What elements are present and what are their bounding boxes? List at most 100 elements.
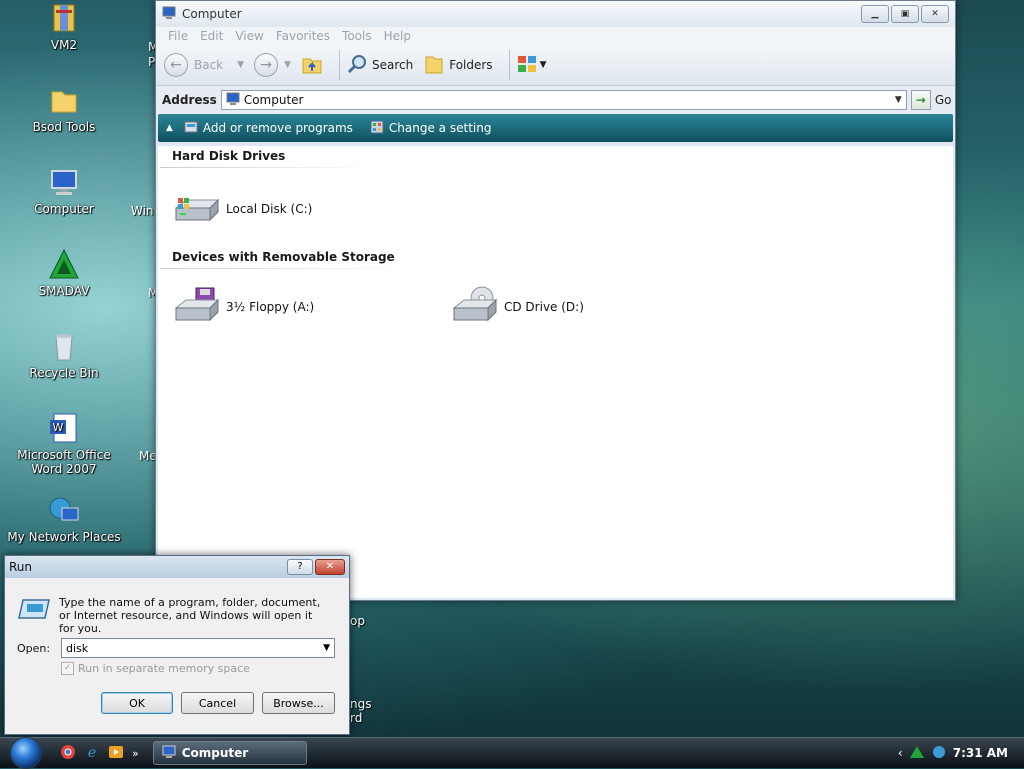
add-remove-programs-icon (183, 119, 199, 138)
desktop-icon-label: SMADAV (38, 284, 90, 298)
volume-icon[interactable] (931, 745, 947, 762)
taskbar-window-computer[interactable]: Computer (152, 741, 307, 765)
start-button[interactable] (10, 737, 42, 769)
media-player-icon[interactable] (108, 744, 124, 763)
address-value: Computer (243, 93, 304, 107)
cancel-button[interactable]: Cancel (181, 692, 254, 714)
help-button[interactable]: ? (287, 559, 313, 575)
partial-desktop-label: Win (131, 204, 154, 218)
desktop-icon-label: Computer (34, 202, 94, 216)
up-folder-button[interactable] (301, 53, 323, 78)
run-title: Run (9, 560, 33, 574)
computer-icon (162, 6, 176, 23)
menu-file[interactable]: File (162, 27, 194, 45)
drive-label: Local Disk (C:) (226, 201, 313, 216)
close-button[interactable]: ✕ (921, 5, 949, 23)
collapse-icon[interactable]: ▲ (166, 123, 173, 133)
desktop-icon-label: Bsod Tools (32, 120, 96, 134)
go-button[interactable]: → Go (910, 90, 952, 110)
quick-launch: e » (60, 744, 139, 763)
system-tray: ‹ 7:31 AM (898, 745, 1008, 762)
chevron-down-icon: ▼ (539, 60, 547, 70)
address-input[interactable]: Computer ▼ (220, 90, 907, 110)
recycle-bin-icon (48, 330, 80, 362)
drive-floppy-a[interactable]: 3½ Floppy (A:) (172, 286, 314, 327)
desktop-icon-word[interactable]: W Microsoft Office Word 2007 (0, 412, 128, 476)
drive-local-disk-c[interactable]: Local Disk (C:) (172, 190, 312, 227)
run-icon (17, 596, 51, 625)
open-input[interactable]: disk ▼ (61, 638, 335, 658)
views-button[interactable]: ▼ (516, 53, 547, 78)
floppy-drive-icon (172, 286, 226, 327)
close-button[interactable]: ✕ (315, 559, 345, 575)
search-icon (346, 53, 368, 78)
desktop-icon-label: Recycle Bin (29, 366, 99, 380)
desktop-icon-label: My Network Places (7, 530, 121, 544)
word-icon: W (48, 412, 80, 444)
taskbar-window-label: Computer (181, 746, 249, 760)
go-label: Go (934, 93, 952, 107)
run-titlebar[interactable]: Run ? ✕ (5, 556, 349, 578)
group-divider (160, 167, 375, 168)
menu-edit[interactable]: Edit (194, 27, 229, 45)
svg-text:W: W (53, 421, 64, 434)
task-change-setting[interactable]: Change a setting (369, 119, 491, 138)
partial-desktop-label: ngs (350, 697, 372, 711)
up-folder-icon (301, 53, 323, 78)
chrome-icon[interactable] (60, 744, 76, 763)
desktop-icon-smadav[interactable]: SMADAV (0, 248, 128, 298)
show-hidden-icons-icon[interactable]: ‹ (898, 746, 903, 760)
run-description: Type the name of a program, folder, docu… (59, 596, 321, 635)
archive-folder-icon (48, 2, 80, 34)
drive-cd-d[interactable]: CD Drive (D:) (450, 286, 584, 327)
folders-icon (423, 53, 445, 78)
desktop-icon-bsod-tools[interactable]: Bsod Tools (0, 84, 128, 134)
network-icon[interactable] (909, 745, 925, 762)
group-hard-disk-drives: Hard Disk Drives (160, 149, 375, 168)
drive-label: CD Drive (D:) (504, 299, 584, 314)
group-title: Hard Disk Drives (172, 149, 286, 163)
toolbar-separator (338, 50, 340, 80)
menu-view[interactable]: View (229, 27, 269, 45)
search-button[interactable]: Search (346, 53, 413, 78)
open-value: disk (66, 641, 89, 655)
explorer-titlebar[interactable]: Computer ▁ ▣ ✕ (156, 1, 955, 27)
quick-launch-overflow-icon[interactable]: » (132, 747, 139, 760)
desktop-icon-label: VM2 (50, 38, 78, 52)
svg-text:e: e (88, 745, 96, 760)
desktop-icon-vm2[interactable]: VM2 (0, 2, 128, 52)
menu-bar: File Edit View Favorites Tools Help (156, 27, 955, 45)
forward-button[interactable]: → ▼ (254, 53, 291, 77)
window-title: Computer (182, 7, 242, 21)
explorer-content: Hard Disk Drives Local Disk (C:) Devices… (158, 146, 953, 598)
desktop-icon-computer[interactable]: Computer (0, 166, 128, 216)
desktop-icon-recycle-bin[interactable]: Recycle Bin (0, 330, 128, 380)
menu-tools[interactable]: Tools (336, 27, 378, 45)
separate-memory-checkbox[interactable]: ✓ Run in separate memory space (61, 662, 250, 675)
control-panel-icon (369, 119, 385, 138)
browse-button[interactable]: Browse... (262, 692, 335, 714)
internet-explorer-icon[interactable]: e (84, 744, 100, 763)
clock[interactable]: 7:31 AM (953, 746, 1008, 760)
back-arrow-icon: ← (164, 53, 188, 77)
folders-button[interactable]: Folders (423, 53, 493, 78)
explorer-toolbar: ← Back ▼ → ▼ Search Folders ▼ (156, 45, 955, 86)
back-button[interactable]: ← Back ▼ (164, 53, 244, 77)
cd-drive-icon (450, 286, 504, 327)
menu-favorites[interactable]: Favorites (270, 27, 336, 45)
explorer-window: Computer ▁ ▣ ✕ File Edit View Favorites … (155, 0, 956, 601)
task-add-remove-programs[interactable]: Add or remove programs (183, 119, 353, 138)
menu-help[interactable]: Help (378, 27, 417, 45)
go-arrow-icon: → (910, 90, 931, 110)
group-removable-storage: Devices with Removable Storage (160, 250, 405, 269)
group-divider (160, 268, 405, 269)
chevron-down-icon[interactable]: ▼ (895, 95, 902, 105)
toolbar-separator (508, 50, 510, 80)
desktop-icon-network-places[interactable]: My Network Places (0, 494, 128, 544)
smadav-icon (48, 248, 80, 280)
minimize-button[interactable]: ▁ (861, 5, 889, 23)
ok-button[interactable]: OK (101, 692, 173, 714)
maximize-button[interactable]: ▣ (891, 5, 919, 23)
checkbox-label: Run in separate memory space (78, 662, 250, 675)
chevron-down-icon[interactable]: ▼ (323, 643, 330, 653)
